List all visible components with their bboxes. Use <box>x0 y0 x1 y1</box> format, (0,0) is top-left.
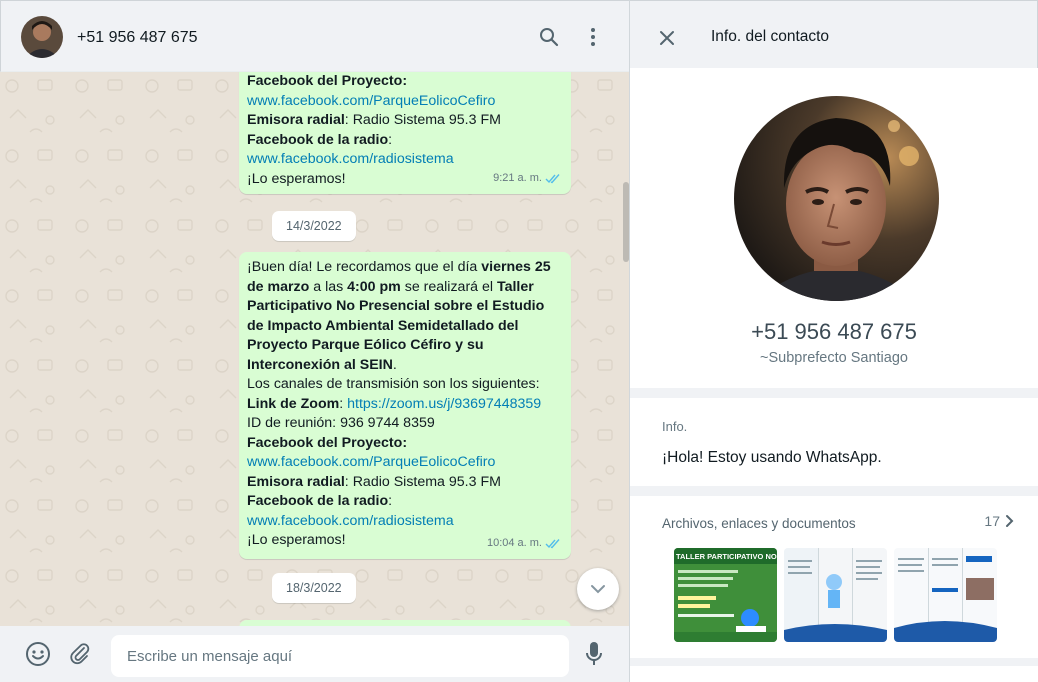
message-text: ¡Lo esperamos! <box>247 170 346 187</box>
message-text: Facebook de la radio <box>247 493 389 509</box>
message-link[interactable]: www.facebook.com/radiosistema <box>247 513 454 529</box>
contact-info-pane: Info. del contacto +51 956 487 675 ~Subp… <box>630 0 1038 682</box>
message-input[interactable] <box>111 635 569 677</box>
message-text: ¡Lo esperamos! <box>247 532 346 548</box>
media-thumbnail[interactable] <box>894 548 997 642</box>
about-label: Info. <box>662 419 688 434</box>
message-bubble[interactable]: ¡Buen día! Le recordamos que el día vier… <box>239 252 571 559</box>
message-text: Emisora radial <box>247 112 345 128</box>
avatar[interactable] <box>21 16 63 58</box>
profile-push-name: ~Subprefecto Santiago <box>760 350 908 366</box>
double-check-icon <box>545 538 560 549</box>
message-text: Link de Zoom <box>247 395 340 412</box>
double-check-icon <box>545 173 560 184</box>
profile-card: +51 956 487 675 ~Subprefecto Santiago <box>630 68 1038 388</box>
media-thumbnail[interactable] <box>784 548 887 642</box>
message-time: 10:04 a. m. <box>486 536 542 549</box>
media-thumbnail[interactable]: TALLER PARTICIPATIVO NO PRESENCI <box>674 548 777 642</box>
thumbnail-caption: TALLER PARTICIPATIVO NO PRESENCI <box>676 552 777 561</box>
message-text: ID de reunión: 936 9744 8359 <box>247 415 435 431</box>
message-meta: 9:21 a. m. <box>493 169 561 189</box>
contact-phone[interactable]: +51 956 487 675 <box>77 29 198 47</box>
attach-icon[interactable] <box>66 640 94 668</box>
profile-phone: +51 956 487 675 <box>751 319 917 344</box>
message-time: 9:21 a. m. <box>493 171 542 184</box>
info-title: Info. del contacto <box>711 28 830 45</box>
message-text: Facebook de la radio <box>247 131 389 148</box>
message-link[interactable]: www.facebook.com/ParqueEolicoCefiro <box>247 454 495 470</box>
composer <box>0 626 629 682</box>
scrollbar[interactable] <box>623 182 629 262</box>
close-icon[interactable] <box>656 27 678 49</box>
chevron-down-icon <box>591 585 605 594</box>
media-card: Archivos, enlaces y documentos 17 TALLER… <box>630 496 1038 658</box>
date-separator: 14/3/2022 <box>272 211 356 241</box>
about-card: Info. ¡Hola! Estoy usando WhatsApp. <box>630 398 1038 486</box>
message-bubble[interactable]: Facebook del Proyecto: www.facebook.com/… <box>239 72 571 194</box>
message-text: Radio Sistema 95.3 FM <box>352 112 501 128</box>
emoji-icon[interactable] <box>24 640 52 668</box>
message-text: 4:00 pm <box>347 278 401 295</box>
message-text: . <box>392 356 397 373</box>
message-text: a las <box>309 278 348 295</box>
message-paragraph: ¡Buen día! Le recordamos que el día vier… <box>247 258 563 375</box>
message-text: Facebook del Proyecto <box>247 73 403 89</box>
date-separator: 18/3/2022 <box>272 573 356 603</box>
chat-pane: +51 956 487 675 Facebook del Proyecto: w… <box>0 0 630 682</box>
message-link[interactable]: www.facebook.com/ParqueEolicoCefiro <box>247 93 495 109</box>
chat-header[interactable]: +51 956 487 675 <box>0 0 629 72</box>
media-label[interactable]: Archivos, enlaces y documentos <box>662 516 856 531</box>
chevron-right-icon <box>1006 515 1014 527</box>
message-text: Los canales de transmisión son los sigui… <box>247 376 540 392</box>
search-icon[interactable] <box>535 23 563 51</box>
message-text: Radio Sistema 95.3 FM <box>352 473 501 490</box>
message-list[interactable]: Facebook del Proyecto: www.facebook.com/… <box>0 72 629 626</box>
message-text: Facebook del Proyecto <box>247 434 403 451</box>
profile-photo[interactable] <box>734 96 939 301</box>
message-text: ¡Buen día! Le recordamos que el día <box>247 259 482 275</box>
message-meta: 10:04 a. m. <box>487 534 561 554</box>
about-text: ¡Hola! Estoy usando WhatsApp. <box>662 449 882 466</box>
info-header: Info. del contacto <box>630 0 1038 68</box>
message-text: se realizará el <box>400 278 497 295</box>
scroll-down-button[interactable] <box>577 568 619 610</box>
message-text: Emisora radial <box>247 473 345 490</box>
menu-icon[interactable] <box>579 23 607 51</box>
media-count: 17 <box>984 513 1000 529</box>
message-link[interactable]: www.facebook.com/radiosistema <box>247 151 454 167</box>
message-link[interactable]: https://zoom.us/j/93697448359 <box>347 396 541 412</box>
bottom-card <box>630 666 1038 682</box>
mic-icon[interactable] <box>580 640 608 668</box>
media-count-button[interactable]: 17 <box>984 513 1014 529</box>
